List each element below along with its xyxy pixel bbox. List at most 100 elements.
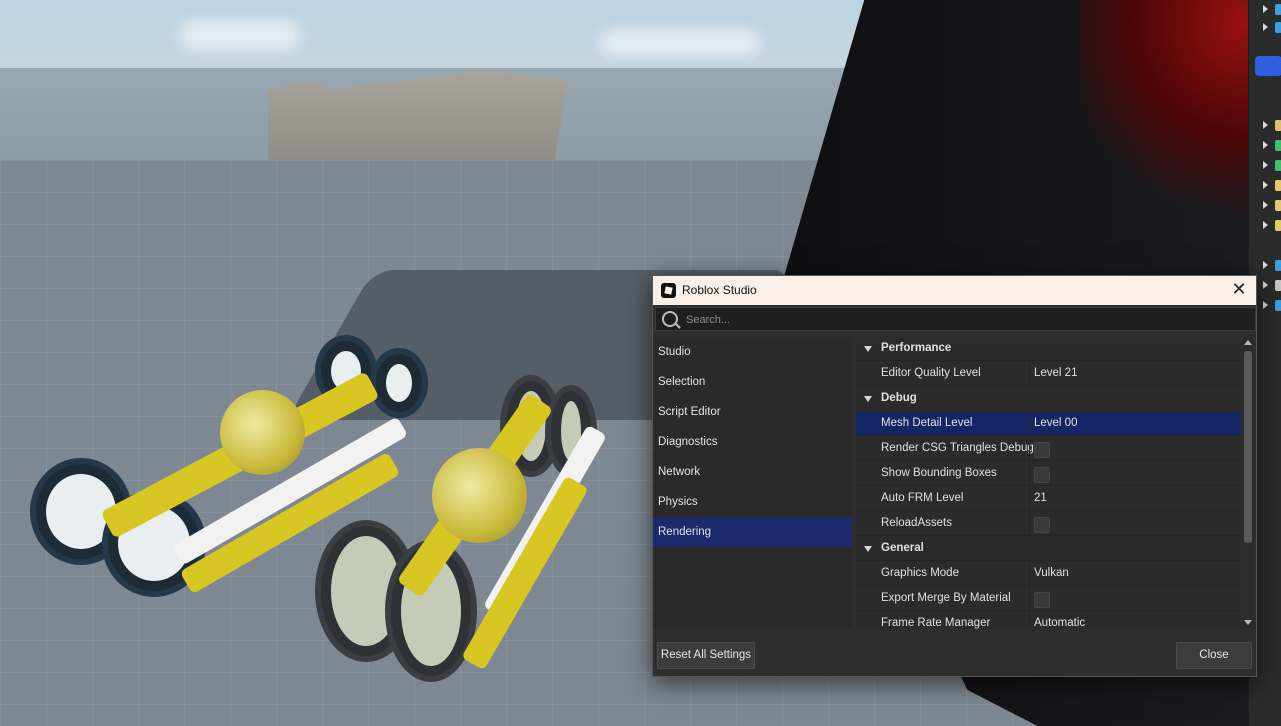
expand-arrow-icon[interactable]	[1263, 161, 1268, 169]
column-divider	[1029, 512, 1030, 536]
dialog-title: Roblox Studio	[682, 283, 757, 297]
chevron-down-icon[interactable]	[864, 346, 872, 352]
category-network[interactable]: Network	[653, 457, 852, 487]
scroll-down-arrow-icon[interactable]	[1244, 620, 1252, 625]
property-row-auto-frm-level[interactable]: Auto FRM Level 21	[856, 487, 1241, 511]
property-row-reload-assets[interactable]: ReloadAssets	[856, 512, 1241, 536]
roblox-studio-logo-icon	[661, 283, 676, 298]
property-row-frame-rate-manager[interactable]: Frame Rate Manager Automatic	[856, 612, 1241, 629]
properties-scrollbar[interactable]	[1242, 337, 1254, 629]
category-diagnostics[interactable]: Diagnostics	[653, 427, 852, 457]
section-debug[interactable]: Debug	[856, 387, 1241, 411]
expand-arrow-icon[interactable]	[1263, 261, 1268, 269]
expand-arrow-icon[interactable]	[1263, 23, 1268, 31]
property-value-dropdown[interactable]: Vulkan	[1034, 567, 1069, 579]
category-rendering[interactable]: Rendering	[653, 517, 852, 547]
expand-arrow-icon[interactable]	[1263, 281, 1268, 289]
scroll-up-arrow-icon[interactable]	[1244, 340, 1252, 345]
property-row-mesh-detail-level[interactable]: Mesh Detail Level Level 00	[856, 412, 1241, 436]
scrollbar-thumb[interactable]	[1244, 351, 1252, 543]
studio-settings-dialog: Roblox Studio ✕ Studio Selection Script …	[652, 275, 1257, 677]
explorer-row[interactable]	[1249, 176, 1281, 196]
search-icon	[662, 311, 678, 327]
category-studio[interactable]: Studio	[653, 337, 852, 367]
settings-properties-grid: Performance Editor Quality Level Level 2…	[856, 337, 1241, 629]
settings-search-bar[interactable]	[655, 307, 1256, 331]
property-row-editor-quality-level[interactable]: Editor Quality Level Level 21	[856, 362, 1241, 386]
property-row-show-bounding-boxes[interactable]: Show Bounding Boxes	[856, 462, 1241, 486]
vehicle-right[interactable]	[300, 370, 610, 690]
property-value-input[interactable]: 21	[1034, 492, 1047, 504]
property-name: Frame Rate Manager	[881, 617, 991, 629]
dialog-titlebar[interactable]: Roblox Studio ✕	[653, 276, 1256, 305]
column-divider	[1029, 587, 1030, 611]
explorer-row[interactable]	[1249, 216, 1281, 236]
section-label: Debug	[881, 392, 917, 404]
property-value-dropdown[interactable]: Level 00	[1034, 417, 1077, 429]
expand-arrow-icon[interactable]	[1263, 5, 1268, 13]
property-row-render-csg-triangles-debug[interactable]: Render CSG Triangles Debug	[856, 437, 1241, 461]
property-name: Mesh Detail Level	[881, 417, 973, 429]
folder-icon	[1275, 200, 1281, 211]
explorer-row[interactable]	[1249, 196, 1281, 216]
expand-arrow-icon[interactable]	[1263, 121, 1268, 129]
expand-arrow-icon[interactable]	[1263, 181, 1268, 189]
expand-arrow-icon[interactable]	[1263, 221, 1268, 229]
column-divider	[1029, 612, 1030, 629]
background-buildings	[268, 70, 568, 170]
section-performance[interactable]: Performance	[856, 337, 1241, 361]
property-row-export-merge-by-material[interactable]: Export Merge By Material	[856, 587, 1241, 611]
folder-icon	[1275, 220, 1281, 231]
column-divider	[1029, 462, 1030, 486]
section-general[interactable]: General	[856, 537, 1241, 561]
explorer-selected-item[interactable]	[1255, 56, 1281, 76]
section-label: Performance	[881, 342, 952, 354]
object-icon	[1275, 22, 1281, 33]
property-name: Render CSG Triangles Debug	[881, 442, 1034, 454]
object-icon	[1275, 4, 1281, 15]
chevron-down-icon[interactable]	[864, 396, 872, 402]
property-checkbox[interactable]	[1034, 517, 1050, 533]
property-name: Editor Quality Level	[881, 367, 981, 379]
cloud	[600, 30, 760, 56]
red-light-glow	[1080, 0, 1248, 220]
column-divider	[1029, 412, 1030, 436]
reset-all-settings-button[interactable]: Reset All Settings	[657, 642, 755, 669]
property-checkbox[interactable]	[1034, 442, 1050, 458]
property-value-dropdown[interactable]: Level 21	[1034, 367, 1077, 379]
explorer-row[interactable]	[1249, 18, 1281, 38]
column-divider	[1029, 362, 1030, 386]
folder-icon	[1275, 180, 1281, 191]
column-divider	[1029, 487, 1030, 511]
close-button[interactable]: Close	[1176, 642, 1252, 669]
category-script-editor[interactable]: Script Editor	[653, 397, 852, 427]
vehicle-core-orb	[432, 448, 527, 543]
close-icon[interactable]: ✕	[1228, 279, 1250, 301]
explorer-row[interactable]	[1249, 256, 1281, 276]
explorer-row[interactable]	[1249, 0, 1281, 20]
explorer-row[interactable]	[1249, 136, 1281, 156]
property-checkbox[interactable]	[1034, 467, 1050, 483]
settings-search-input[interactable]	[684, 310, 1248, 330]
category-selection[interactable]: Selection	[653, 367, 852, 397]
vehicle-core-orb	[220, 390, 305, 475]
column-divider	[1029, 562, 1030, 586]
cloud	[180, 20, 300, 50]
column-divider	[1029, 437, 1030, 461]
property-row-graphics-mode[interactable]: Graphics Mode Vulkan	[856, 562, 1241, 586]
explorer-row[interactable]	[1249, 156, 1281, 176]
property-checkbox[interactable]	[1034, 592, 1050, 608]
expand-arrow-icon[interactable]	[1263, 201, 1268, 209]
property-name: Graphics Mode	[881, 567, 959, 579]
object-icon	[1275, 280, 1281, 291]
category-physics[interactable]: Physics	[653, 487, 852, 517]
expand-arrow-icon[interactable]	[1263, 301, 1268, 309]
expand-arrow-icon[interactable]	[1263, 141, 1268, 149]
property-value-dropdown[interactable]: Automatic	[1034, 617, 1085, 629]
property-name: ReloadAssets	[881, 517, 952, 529]
section-label: General	[881, 542, 924, 554]
property-name: Auto FRM Level	[881, 492, 964, 504]
explorer-row[interactable]	[1249, 116, 1281, 136]
chevron-down-icon[interactable]	[864, 546, 872, 552]
property-name: Export Merge By Material	[881, 592, 1011, 604]
